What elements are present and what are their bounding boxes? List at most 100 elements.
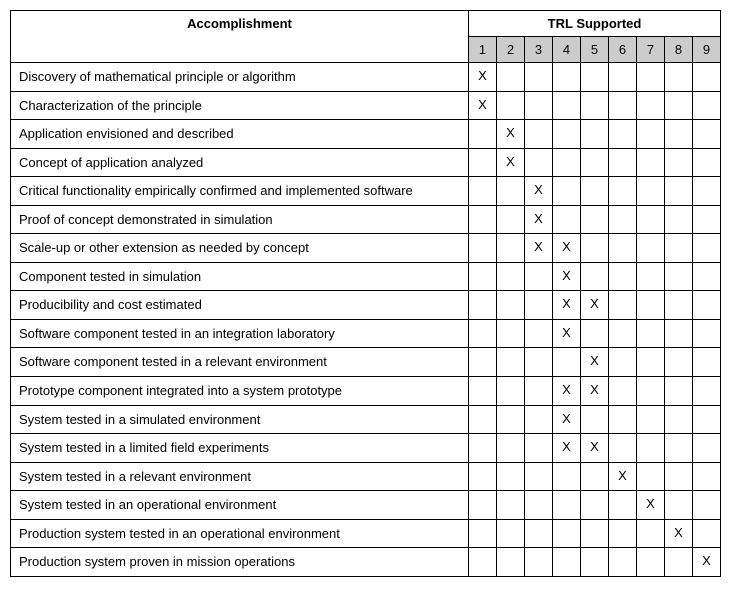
trl-cell xyxy=(497,405,525,434)
trl-cell xyxy=(469,205,497,234)
accomplishment-cell: System tested in a relevant environment xyxy=(11,462,469,491)
trl-cell: X xyxy=(581,377,609,406)
trl-cell xyxy=(553,63,581,92)
trl-cell xyxy=(581,262,609,291)
trl-cell xyxy=(637,63,665,92)
trl-cell xyxy=(665,234,693,263)
trl-cell xyxy=(525,434,553,463)
trl-cell xyxy=(497,234,525,263)
trl-cell xyxy=(525,91,553,120)
accomplishment-cell: Prototype component integrated into a sy… xyxy=(11,377,469,406)
trl-cell xyxy=(665,148,693,177)
trl-cell: X xyxy=(553,377,581,406)
trl-cell xyxy=(525,491,553,520)
trl-cell xyxy=(637,319,665,348)
trl-cell xyxy=(469,519,497,548)
table-row: Discovery of mathematical principle or a… xyxy=(11,63,721,92)
trl-cell xyxy=(469,319,497,348)
trl-cell xyxy=(665,462,693,491)
trl-cell xyxy=(581,462,609,491)
trl-cell xyxy=(581,120,609,149)
table-row: Characterization of the principleX xyxy=(11,91,721,120)
trl-cell xyxy=(609,91,637,120)
header-level-9: 9 xyxy=(693,37,721,63)
trl-cell: X xyxy=(525,205,553,234)
accomplishment-cell: Proof of concept demonstrated in simulat… xyxy=(11,205,469,234)
trl-cell xyxy=(581,319,609,348)
trl-cell xyxy=(581,91,609,120)
trl-cell xyxy=(693,63,721,92)
table-row: Concept of application analyzed X xyxy=(11,148,721,177)
trl-cell xyxy=(581,177,609,206)
trl-cell xyxy=(693,434,721,463)
trl-cell xyxy=(497,377,525,406)
trl-cell xyxy=(525,462,553,491)
trl-cell xyxy=(553,548,581,577)
trl-cell xyxy=(609,548,637,577)
table-row: Production system tested in an operation… xyxy=(11,519,721,548)
trl-cell xyxy=(581,148,609,177)
trl-cell xyxy=(609,405,637,434)
accomplishment-cell: Component tested in simulation xyxy=(11,262,469,291)
trl-cell: X xyxy=(609,462,637,491)
trl-cell xyxy=(693,120,721,149)
trl-cell xyxy=(637,148,665,177)
trl-cell xyxy=(665,405,693,434)
trl-cell xyxy=(693,148,721,177)
trl-cell xyxy=(665,120,693,149)
table-row: Production system proven in mission oper… xyxy=(11,548,721,577)
trl-cell xyxy=(497,548,525,577)
trl-cell xyxy=(525,291,553,320)
trl-cell xyxy=(609,434,637,463)
trl-cell xyxy=(553,120,581,149)
trl-cell: X xyxy=(553,234,581,263)
table-row: Proof of concept demonstrated in simulat… xyxy=(11,205,721,234)
accomplishment-cell: Production system proven in mission oper… xyxy=(11,548,469,577)
trl-cell xyxy=(609,348,637,377)
trl-cell: X xyxy=(553,291,581,320)
trl-cell xyxy=(693,319,721,348)
trl-cell xyxy=(693,262,721,291)
trl-cell xyxy=(497,491,525,520)
trl-cell xyxy=(525,519,553,548)
trl-cell: X xyxy=(525,234,553,263)
trl-cell xyxy=(553,205,581,234)
accomplishment-cell: Concept of application analyzed xyxy=(11,148,469,177)
trl-cell: X xyxy=(525,177,553,206)
trl-cell xyxy=(497,291,525,320)
table-row: Producibility and cost estimatedXX xyxy=(11,291,721,320)
header-accomplishment: Accomplishment xyxy=(11,11,469,63)
header-level-4: 4 xyxy=(553,37,581,63)
trl-cell xyxy=(497,319,525,348)
table-row: Critical functionality empirically confi… xyxy=(11,177,721,206)
accomplishment-cell: System tested in a limited field experim… xyxy=(11,434,469,463)
trl-cell xyxy=(525,120,553,149)
trl-table: Accomplishment TRL Supported 1 2 3 4 5 6… xyxy=(10,10,721,577)
trl-cell xyxy=(693,348,721,377)
trl-cell xyxy=(609,262,637,291)
trl-cell xyxy=(469,434,497,463)
trl-cell xyxy=(581,63,609,92)
trl-cell xyxy=(609,491,637,520)
accomplishment-cell: Critical functionality empirically confi… xyxy=(11,177,469,206)
trl-cell: X xyxy=(553,262,581,291)
trl-cell xyxy=(609,377,637,406)
table-row: Component tested in simulation X xyxy=(11,262,721,291)
trl-cell xyxy=(637,234,665,263)
accomplishment-cell: Discovery of mathematical principle or a… xyxy=(11,63,469,92)
trl-cell: X xyxy=(469,63,497,92)
trl-cell: X xyxy=(497,120,525,149)
accomplishment-cell: System tested in an operational environm… xyxy=(11,491,469,520)
trl-cell: X xyxy=(497,148,525,177)
trl-cell xyxy=(581,234,609,263)
trl-cell xyxy=(665,91,693,120)
trl-cell xyxy=(581,548,609,577)
trl-cell xyxy=(609,519,637,548)
trl-cell xyxy=(497,205,525,234)
trl-cell xyxy=(497,434,525,463)
trl-cell xyxy=(693,291,721,320)
trl-cell xyxy=(469,177,497,206)
trl-cell xyxy=(665,205,693,234)
trl-cell xyxy=(609,319,637,348)
trl-cell xyxy=(665,434,693,463)
